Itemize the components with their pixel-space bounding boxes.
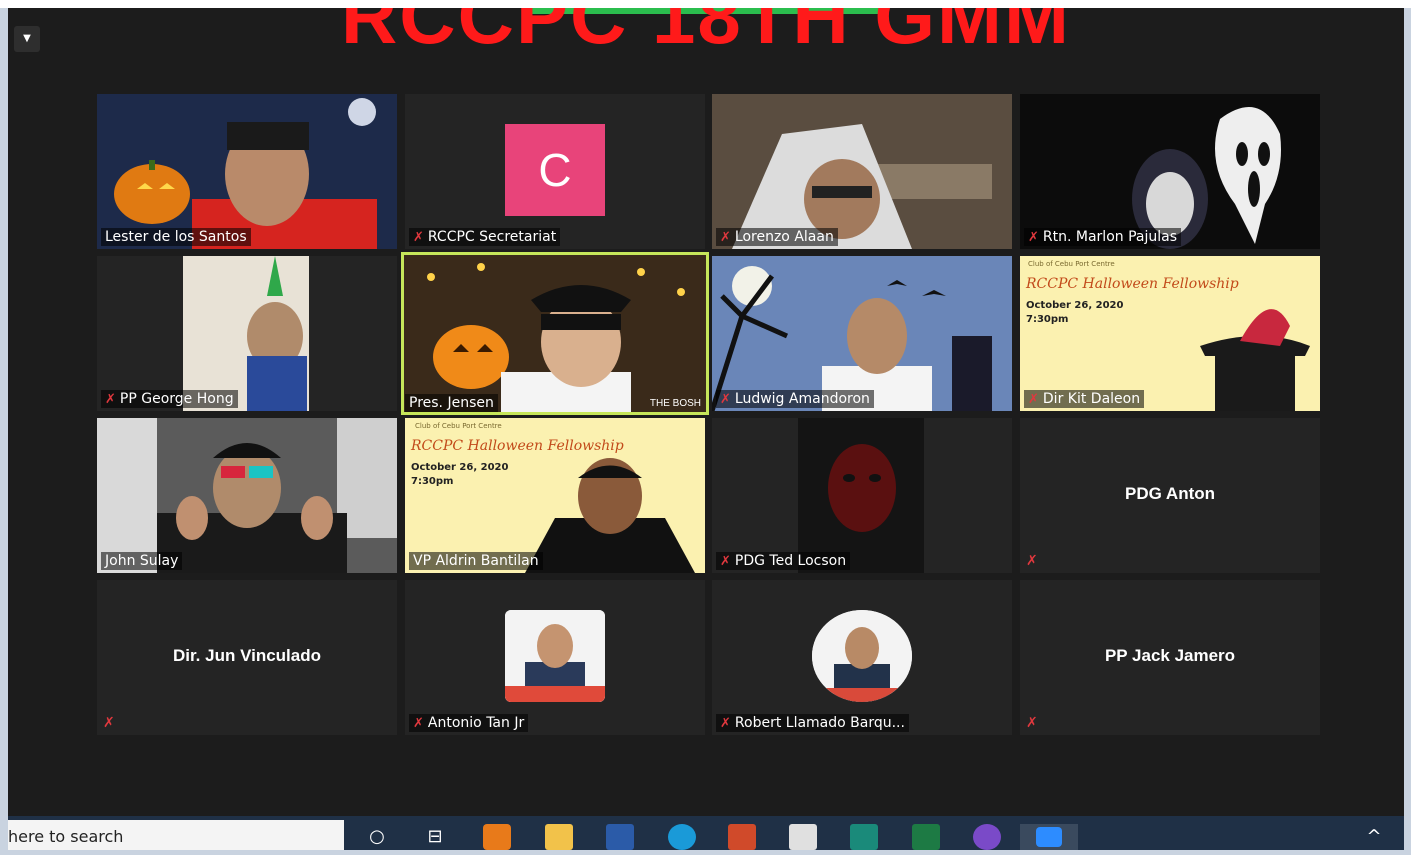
participant-name: ✗ Dir Kit Daleon xyxy=(1024,390,1145,408)
participant-video xyxy=(97,256,397,411)
mic-muted-icon: ✗ xyxy=(720,229,731,245)
mic-muted-icon: ✗ xyxy=(1026,715,1038,731)
zoom-gallery-window: RCCPC 18TH GMM ▼ Lester de los Santos C … xyxy=(8,8,1404,816)
participant-name: ✗ Robert Llamado Barqu... xyxy=(716,714,909,732)
participant-photo xyxy=(505,610,605,702)
mic-muted-icon: ✗ xyxy=(1028,391,1039,407)
title-strip xyxy=(0,0,1411,8)
meeting-banner-title: RCCPC 18TH GMM xyxy=(340,8,1072,60)
poster-club: Club of Cebu Port Centre xyxy=(1028,260,1115,268)
windows-taskbar: here to search ○ ⊟ ^ xyxy=(8,816,1404,850)
participant-tile[interactable]: ✗ Antonio Tan Jr xyxy=(405,580,705,735)
participant-name: ✗ Rtn. Marlon Pajulas xyxy=(1024,228,1182,246)
participant-tile-active-speaker[interactable]: THE BOSH Pres. Jensen xyxy=(401,252,709,415)
participant-tile[interactable]: Club of Cebu Port Centre RCCPC Halloween… xyxy=(1020,256,1320,411)
viber-icon[interactable] xyxy=(973,824,1001,850)
poster-time: 7:30pm xyxy=(411,476,454,487)
participant-name: ✗ RCCPC Secretariat xyxy=(409,228,561,246)
participant-name-display: PP Jack Jamero xyxy=(1104,646,1236,665)
participant-tile[interactable]: PP Jack Jamero ✗ xyxy=(1020,580,1320,735)
poster-club: Club of Cebu Port Centre xyxy=(415,422,502,430)
participant-name: VP Aldrin Bantilan xyxy=(409,552,543,570)
participant-tile[interactable]: ✗ PDG Ted Locson xyxy=(712,418,1012,573)
mic-muted-icon: ✗ xyxy=(413,715,424,731)
participant-name-display: Dir. Jun Vinculado xyxy=(173,646,321,665)
participant-tile[interactable]: Club of Cebu Port Centre RCCPC Halloween… xyxy=(405,418,705,573)
participant-name: ✗ PP George Hong xyxy=(101,390,238,408)
poster-art xyxy=(1200,309,1310,411)
participant-tile[interactable]: ✗ PP George Hong xyxy=(97,256,397,411)
participant-name: ✗ Antonio Tan Jr xyxy=(409,714,529,732)
participant-name: John Sulay xyxy=(101,552,183,570)
mic-muted-icon: ✗ xyxy=(1028,229,1039,245)
participant-video xyxy=(401,252,709,415)
participant-name: Pres. Jensen xyxy=(405,394,498,412)
participant-name: ✗ Ludwig Amandoron xyxy=(716,390,874,408)
participant-name: Lester de los Santos xyxy=(101,228,251,246)
mic-muted-icon: ✗ xyxy=(103,715,115,731)
participant-video xyxy=(712,256,1012,411)
participant-video xyxy=(712,418,1012,573)
mic-muted-icon: ✗ xyxy=(720,715,731,731)
publisher-icon[interactable] xyxy=(850,824,878,850)
file-explorer-icon[interactable] xyxy=(545,824,573,850)
participant-video xyxy=(97,94,397,249)
participant-tile[interactable]: ✗ Ludwig Amandoron xyxy=(712,256,1012,411)
zoom-icon[interactable] xyxy=(1020,824,1078,850)
mic-muted-icon: ✗ xyxy=(105,391,116,407)
participant-name-display: PDG Anton xyxy=(1124,484,1216,503)
participant-tile[interactable]: ✗ Lorenzo Alaan xyxy=(712,94,1012,249)
participant-name: ✗ Lorenzo Alaan xyxy=(716,228,838,246)
poster-time: 7:30pm xyxy=(1026,314,1069,325)
participant-tile[interactable]: ✗ Rtn. Marlon Pajulas xyxy=(1020,94,1320,249)
participant-video xyxy=(97,418,397,573)
participant-video xyxy=(1020,94,1320,249)
poster-date: October 26, 2020 xyxy=(411,462,509,473)
participant-video xyxy=(525,458,695,573)
video-watermark: THE BOSH xyxy=(649,398,701,409)
task-view-icon[interactable]: ⊟ xyxy=(421,824,449,850)
participant-tile[interactable]: John Sulay xyxy=(97,418,397,573)
store-icon[interactable] xyxy=(789,824,817,850)
cortana-icon[interactable]: ○ xyxy=(363,824,391,850)
edge-icon[interactable] xyxy=(668,824,696,850)
participant-photo xyxy=(812,610,912,702)
participant-tile[interactable]: C ✗ RCCPC Secretariat xyxy=(405,94,705,249)
participant-name: ✗ PDG Ted Locson xyxy=(716,552,851,570)
powerpoint-icon[interactable] xyxy=(728,824,756,850)
outlook-icon[interactable] xyxy=(483,824,511,850)
mic-muted-icon: ✗ xyxy=(413,229,424,245)
participant-tile[interactable]: PDG Anton ✗ xyxy=(1020,418,1320,573)
taskbar-search-input[interactable]: here to search xyxy=(8,820,344,850)
word-icon[interactable] xyxy=(606,824,634,850)
chevron-up-icon[interactable]: ^ xyxy=(1360,824,1388,850)
mic-muted-icon: ✗ xyxy=(720,391,731,407)
participant-tile[interactable]: Lester de los Santos xyxy=(97,94,397,249)
participant-video xyxy=(712,94,1012,249)
mic-muted-icon: ✗ xyxy=(1026,553,1038,569)
excel-icon[interactable] xyxy=(912,824,940,850)
participant-avatar: C xyxy=(505,124,605,216)
view-options-button[interactable]: ▼ xyxy=(14,26,40,52)
participant-tile[interactable]: ✗ Robert Llamado Barqu... xyxy=(712,580,1012,735)
poster-date: October 26, 2020 xyxy=(1026,300,1124,311)
mic-muted-icon: ✗ xyxy=(720,553,731,569)
participant-tile[interactable]: Dir. Jun Vinculado ✗ xyxy=(97,580,397,735)
